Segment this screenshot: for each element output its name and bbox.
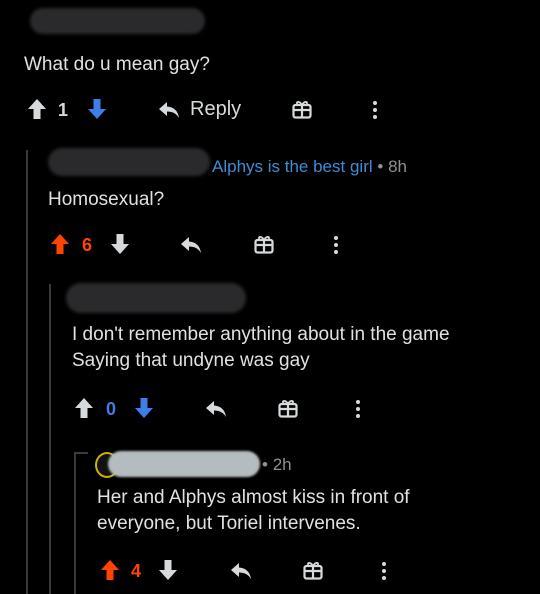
upvote-icon[interactable] [74, 397, 94, 419]
comment-meta: • 2h [262, 455, 292, 475]
user-flair[interactable]: Alphys is the best girl [212, 157, 373, 176]
redacted-username [108, 451, 260, 477]
comment-body-line: I don't remember anything about in the g… [72, 324, 450, 345]
comment-time: 8h [388, 157, 407, 176]
downvote-icon[interactable] [134, 397, 154, 419]
comment-meta: Alphys is the best girl • 8h [212, 157, 407, 177]
reply-icon[interactable] [230, 562, 252, 580]
comment-time: 2h [272, 455, 292, 474]
reply-icon [159, 102, 179, 118]
vote-score: 6 [82, 235, 93, 255]
more-icon[interactable] [333, 235, 339, 255]
comment-action-bar: 4 [0, 556, 540, 586]
thread-line [26, 150, 28, 594]
gift-icon[interactable] [278, 398, 298, 418]
vote-score: 0 [106, 399, 117, 419]
comment-body: What do u mean gay? [24, 54, 210, 75]
reply-label: Reply [190, 98, 242, 120]
comment-body-line: Her and Alphys almost kiss in front of [97, 487, 410, 508]
comment-body-line: Saying that undyne was gay [72, 350, 310, 371]
comment-action-bar: 6 [0, 230, 540, 260]
upvote-icon[interactable] [100, 559, 120, 581]
more-icon[interactable] [381, 561, 387, 581]
comment-body-line: everyone, but Toriel intervenes. [97, 513, 361, 534]
downvote-icon[interactable] [110, 233, 130, 255]
comment-action-bar: 1 Reply [0, 95, 540, 125]
upvote-icon[interactable] [50, 233, 70, 255]
downvote-icon[interactable] [87, 98, 107, 120]
downvote-icon[interactable] [158, 559, 178, 581]
meta-separator: • [377, 157, 384, 176]
comment-action-bar: 0 [0, 394, 540, 424]
vote-score: 1 [58, 100, 69, 120]
gift-icon[interactable] [303, 560, 323, 580]
comment-body: Homosexual? [48, 189, 165, 210]
redacted-username [48, 148, 210, 176]
upvote-icon[interactable] [27, 98, 47, 120]
redacted-username [30, 8, 205, 34]
vote-score: 4 [131, 561, 142, 581]
meta-separator: • [262, 455, 268, 474]
more-icon[interactable] [355, 399, 361, 419]
gift-icon[interactable] [254, 234, 274, 254]
redacted-username [66, 283, 246, 313]
reply-icon[interactable] [180, 236, 202, 254]
thread-connector [74, 452, 88, 454]
more-icon[interactable] [372, 100, 378, 120]
thread-line [49, 284, 51, 594]
gift-icon[interactable] [292, 99, 312, 119]
reply-icon[interactable] [205, 400, 227, 418]
